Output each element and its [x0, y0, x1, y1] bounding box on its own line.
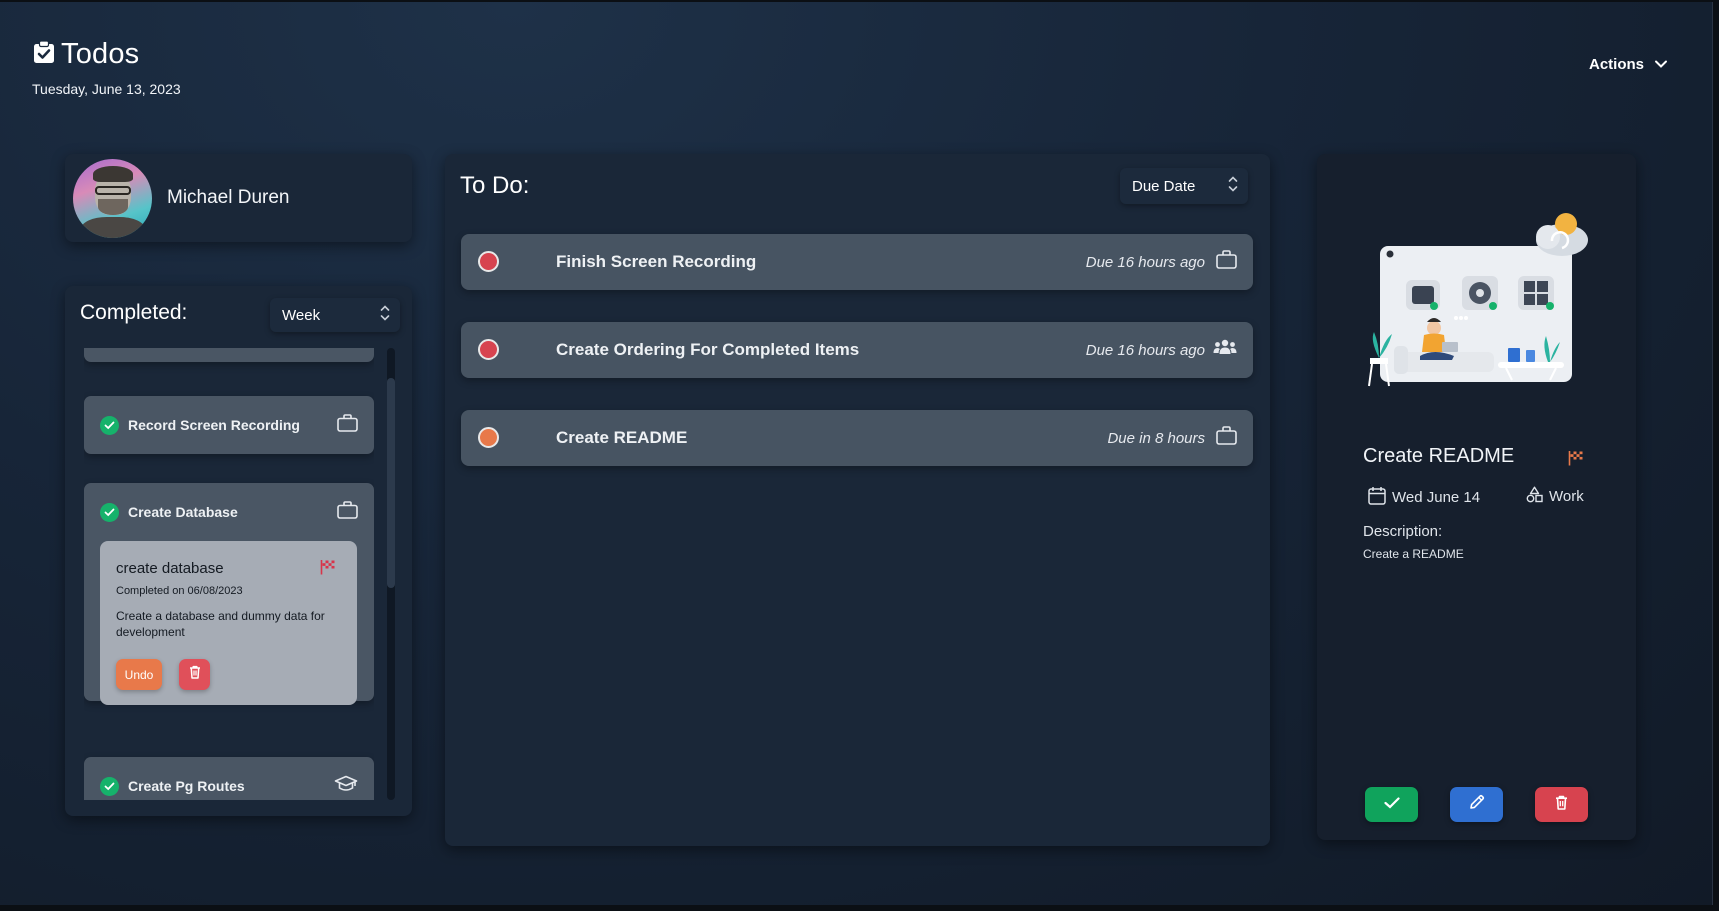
trash-icon	[189, 665, 201, 684]
actions-label: Actions	[1589, 56, 1645, 73]
task-status-circle[interactable]	[478, 339, 499, 360]
check-circle-icon	[100, 502, 119, 522]
briefcase-icon	[1216, 426, 1237, 450]
task-status-circle[interactable]	[478, 251, 499, 272]
people-group-icon	[1213, 338, 1237, 362]
task-label: Create README	[556, 428, 688, 447]
checkered-flag-icon	[1568, 450, 1584, 471]
task-label: Finish Screen Recording	[556, 252, 757, 271]
shapes-icon	[1526, 486, 1543, 507]
current-date: Tuesday, June 13, 2023	[32, 81, 181, 97]
user-name: Michael Duren	[167, 187, 290, 208]
check-icon	[1383, 796, 1400, 814]
avatar	[73, 158, 152, 238]
detail-title: create database	[116, 560, 224, 577]
app-header: Todos	[33, 38, 139, 71]
sort-updown-icon	[1228, 175, 1238, 197]
check-circle-icon	[100, 415, 119, 435]
workspace-illustration	[1362, 210, 1602, 405]
list-item-label: Record Screen Recording	[128, 417, 300, 433]
sort-select-value: Due Date	[1132, 177, 1196, 195]
trash-icon	[1555, 795, 1568, 815]
task-row[interactable]: Create Ordering For Completed Items Due …	[461, 322, 1253, 378]
task-label: Create Ordering For Completed Items	[556, 340, 860, 359]
task-due: Due in 8 hours	[1107, 429, 1205, 447]
completed-scrollbar[interactable]	[387, 348, 395, 800]
list-item[interactable]: Record Screen Recording	[84, 396, 374, 454]
actions-menu-button[interactable]: Actions	[1589, 56, 1668, 73]
complete-task-button[interactable]	[1365, 787, 1418, 822]
task-due: Due 16 hours ago	[1085, 341, 1205, 359]
delete-task-button[interactable]	[1535, 787, 1588, 822]
description-label: Description:	[1363, 523, 1443, 540]
list-item[interactable]	[84, 348, 374, 362]
scrollbar-thumb[interactable]	[387, 378, 395, 588]
selected-task-date-text: Wed June 14	[1392, 489, 1481, 506]
task-status-circle[interactable]	[478, 427, 499, 448]
briefcase-icon	[337, 500, 358, 524]
edit-task-button[interactable]	[1450, 787, 1503, 822]
app-title: Todos	[61, 38, 140, 70]
graduation-cap-icon	[334, 775, 358, 798]
delete-button[interactable]	[179, 659, 210, 690]
completed-range-select[interactable]: Week	[270, 298, 400, 332]
task-row[interactable]: Finish Screen Recording Due 16 hours ago	[461, 234, 1253, 290]
calendar-icon	[1368, 486, 1386, 509]
profile-card: Michael Duren	[65, 154, 412, 242]
selected-task-category: Work	[1526, 486, 1584, 507]
completed-panel: Completed: Week Record Screen Recording	[65, 286, 412, 816]
briefcase-icon	[337, 413, 358, 437]
todo-sort-select[interactable]: Due Date	[1120, 168, 1248, 204]
task-due: Due 16 hours ago	[1085, 253, 1205, 271]
checkered-flag-icon	[320, 559, 336, 580]
completed-heading: Completed:	[80, 301, 188, 324]
todo-heading: To Do:	[460, 172, 530, 199]
chevron-down-icon	[1654, 56, 1668, 73]
undo-button[interactable]: Undo	[116, 659, 162, 690]
selected-task-date: Wed June 14	[1368, 486, 1480, 509]
detail-description: Create a database and dummy data for dev…	[116, 609, 325, 639]
briefcase-icon	[1216, 250, 1237, 274]
list-item-expanded[interactable]: Create Database create database Complete…	[84, 483, 374, 705]
sort-updown-icon	[380, 304, 390, 326]
list-item-label: Create Pg Routes	[128, 778, 245, 794]
detail-completed-date: Completed on 06/08/2023	[116, 585, 243, 597]
range-select-value: Week	[282, 306, 321, 324]
task-row[interactable]: Create README Due in 8 hours	[461, 410, 1253, 466]
selected-task-category-text: Work	[1549, 488, 1584, 505]
list-item-label: Create Database	[128, 504, 238, 520]
pencil-icon	[1469, 794, 1485, 815]
check-circle-icon	[100, 776, 119, 796]
selected-task-description: Create a README	[1363, 547, 1464, 561]
clipboard-check-icon	[33, 40, 55, 69]
selected-task-title: Create README	[1363, 445, 1515, 467]
app-window: Todos Tuesday, June 13, 2023 Actions Mic…	[0, 2, 1713, 905]
list-item[interactable]: Create Pg Routes	[84, 757, 374, 800]
completed-item-detail: create database Completed on 06/08/2023 …	[100, 541, 357, 705]
completed-list[interactable]: Record Screen Recording Create Database	[84, 348, 374, 800]
